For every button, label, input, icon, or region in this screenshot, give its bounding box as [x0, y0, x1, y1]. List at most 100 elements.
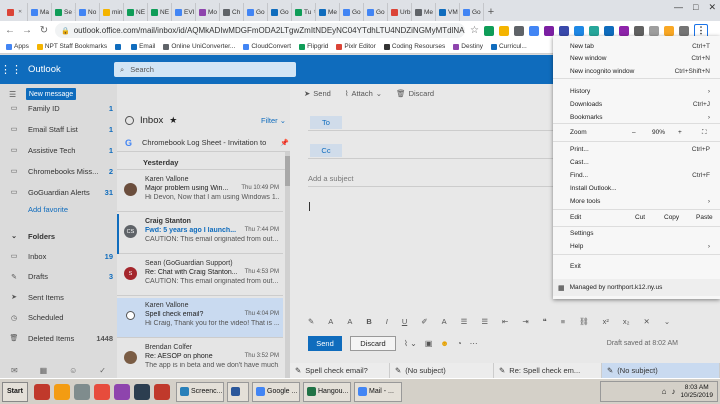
folder-item[interactable]: ➤ Sent Items [0, 291, 117, 303]
filter-button[interactable]: Filter ⌄ [261, 116, 286, 125]
new-message-button[interactable]: New message [26, 88, 76, 100]
favorite-folder[interactable]: ▭ Email Staff List 1 [0, 123, 117, 135]
chrome-menu-item[interactable]: Install Outlook... [570, 183, 710, 193]
extension-icon[interactable] [618, 25, 629, 36]
pinned-message[interactable]: G Chromebook Log Sheet - Invitation to 📌 [117, 134, 290, 152]
favorite-folder[interactable]: ▭ Family ID 1 [0, 102, 117, 114]
to-button[interactable]: To [310, 116, 342, 129]
taskbar-button[interactable]: Mail - ... [354, 381, 402, 402]
maximize-icon[interactable]: □ [693, 2, 698, 13]
bullets-icon[interactable]: ☰ [461, 317, 468, 326]
quick-launch-icon[interactable] [54, 383, 70, 400]
volume-icon[interactable]: ♪ [671, 387, 675, 396]
to-row[interactable]: To [308, 114, 566, 131]
outdent-icon[interactable]: ⇤ [502, 317, 508, 326]
close-icon[interactable]: ✕ [708, 2, 716, 13]
chrome-menu-item[interactable]: More tools › [570, 196, 710, 206]
extension-icon[interactable] [528, 25, 539, 36]
bookmark-item[interactable]: Online UniConverter... [163, 43, 235, 50]
menu-item-exit[interactable]: Exit [570, 261, 710, 271]
zoom-out-button[interactable]: – [632, 129, 636, 136]
chrome-menu-item[interactable]: Find... Ctrl+F [570, 170, 710, 180]
app-launcher-icon[interactable]: ⋮⋮ [0, 63, 22, 76]
subject-field[interactable]: Add a subject [308, 170, 566, 187]
draft-tab[interactable]: ✎ Re: Spell check em... [494, 363, 602, 378]
extension-icon[interactable] [633, 25, 644, 36]
chrome-menu-item[interactable]: Bookmarks › [570, 112, 710, 122]
message-item[interactable]: CS Craig Stanton Fwd: 5 years ago I launch… [117, 214, 283, 254]
extension-icon[interactable] [648, 25, 659, 36]
quick-launch-icon[interactable] [114, 383, 130, 400]
extension-icon[interactable] [603, 25, 614, 36]
numbering-icon[interactable]: ☰ [481, 317, 488, 326]
browser-tab[interactable]: Me✕ [316, 3, 340, 21]
pin-icon[interactable]: 📌 [280, 139, 289, 147]
align-icon[interactable]: ≡ [561, 317, 565, 326]
star-icon[interactable]: ★ [169, 115, 177, 126]
browser-tab[interactable]: min✕ [100, 3, 124, 21]
fullscreen-icon[interactable]: ⛶ [702, 129, 707, 137]
highlight-icon[interactable]: ✐ [421, 317, 427, 326]
chrome-menu-item[interactable]: Print... Ctrl+P [570, 144, 710, 154]
copy-button[interactable]: Copy [664, 214, 679, 221]
chrome-menu-item[interactable]: Settings [570, 228, 710, 238]
paste-button[interactable]: Paste [696, 214, 713, 221]
draft-tab[interactable]: ✎ (No subject) [390, 363, 494, 378]
browser-tab[interactable]: Se✕ [52, 3, 76, 21]
chrome-menu-item[interactable]: New window Ctrl+N [570, 54, 710, 64]
browser-tab[interactable]: Urb✕ [388, 3, 412, 21]
chrome-menu-item[interactable]: History › [570, 86, 710, 96]
taskbar-button[interactable]: Screenc... [176, 381, 224, 402]
sensitivity-icon[interactable]: ◔ [457, 339, 462, 348]
send-button[interactable]: Send [308, 335, 342, 351]
hamburger-icon[interactable]: ☰ [9, 90, 16, 99]
add-favorite-link[interactable]: Add favorite [28, 205, 68, 214]
font-size-icon[interactable]: A [347, 317, 352, 326]
font-color-icon[interactable]: A [442, 317, 447, 326]
more-icon[interactable]: ⌄ [664, 317, 670, 326]
browser-tab[interactable]: Me✕ [412, 3, 436, 21]
chrome-menu-item[interactable]: Downloads Ctrl+J [570, 99, 710, 109]
font-size-icon[interactable]: A [328, 317, 333, 326]
browser-tab[interactable]: NE✕ [148, 3, 172, 21]
folder-item[interactable]: 🗑 Deleted Items 1448 [0, 332, 117, 344]
indent-icon[interactable]: ⇥ [522, 317, 528, 326]
taskbar-button[interactable] [227, 381, 249, 402]
network-icon[interactable]: ⌂ [662, 387, 667, 396]
superscript-icon[interactable]: x² [603, 317, 609, 326]
draft-tab[interactable]: ✎ Spell check email? [290, 363, 390, 378]
cut-button[interactable]: Cut [635, 214, 645, 221]
favorite-folder[interactable]: ▭ Assistive Tech 1 [0, 144, 117, 156]
bookmark-item[interactable]: Coding Resourses [383, 43, 445, 50]
extension-icon[interactable] [588, 25, 599, 36]
more-options-icon[interactable]: ⋯ [470, 339, 478, 348]
favorite-folder[interactable]: ▭ GoGuardian Alerts 31 [0, 186, 117, 198]
bookmark-item[interactable]: Apps [6, 43, 29, 50]
folder-item[interactable]: ◷ Scheduled [0, 312, 117, 324]
quick-launch-icon[interactable] [154, 383, 170, 400]
underline-icon[interactable]: U [402, 317, 407, 326]
taskbar-button[interactable]: Hangou... [303, 381, 351, 402]
quick-launch-icon[interactable] [74, 383, 90, 400]
folder-item[interactable]: ✎ Drafts 3 [0, 271, 117, 283]
bookmark-item[interactable]: NPT Staff Bookmarks [36, 43, 107, 50]
browser-tab[interactable]: Go✕ [340, 3, 364, 21]
people-icon[interactable]: ☺ [69, 366, 77, 375]
minimize-icon[interactable]: — [674, 2, 683, 13]
taskbar-button[interactable]: Google ... [252, 381, 300, 402]
bold-icon[interactable]: B [366, 317, 371, 326]
browser-tab[interactable]: Mo✕ [196, 3, 220, 21]
new-tab-button[interactable]: + [484, 3, 498, 21]
cc-row[interactable]: Cc [308, 142, 566, 159]
browser-tab[interactable]: Ma✕ [28, 3, 52, 21]
link-icon[interactable]: ⛓ [579, 317, 589, 326]
folders-header[interactable]: ⌄ Folders [0, 230, 117, 242]
format-painter-icon[interactable]: ✎ [308, 317, 314, 326]
emoji-icon[interactable]: ☻ [440, 339, 448, 348]
bookmark-star-icon[interactable]: ☆ [470, 25, 479, 36]
bookmark-item[interactable]: CloudConvert [243, 43, 291, 50]
address-bar[interactable]: 🔒 outlook.office.com/mail/inbox/id/AQMkA… [55, 23, 465, 38]
bookmark-item[interactable]: Destiny [453, 43, 483, 50]
browser-tab[interactable]: Go✕ [244, 3, 268, 21]
extension-icon[interactable] [573, 25, 584, 36]
